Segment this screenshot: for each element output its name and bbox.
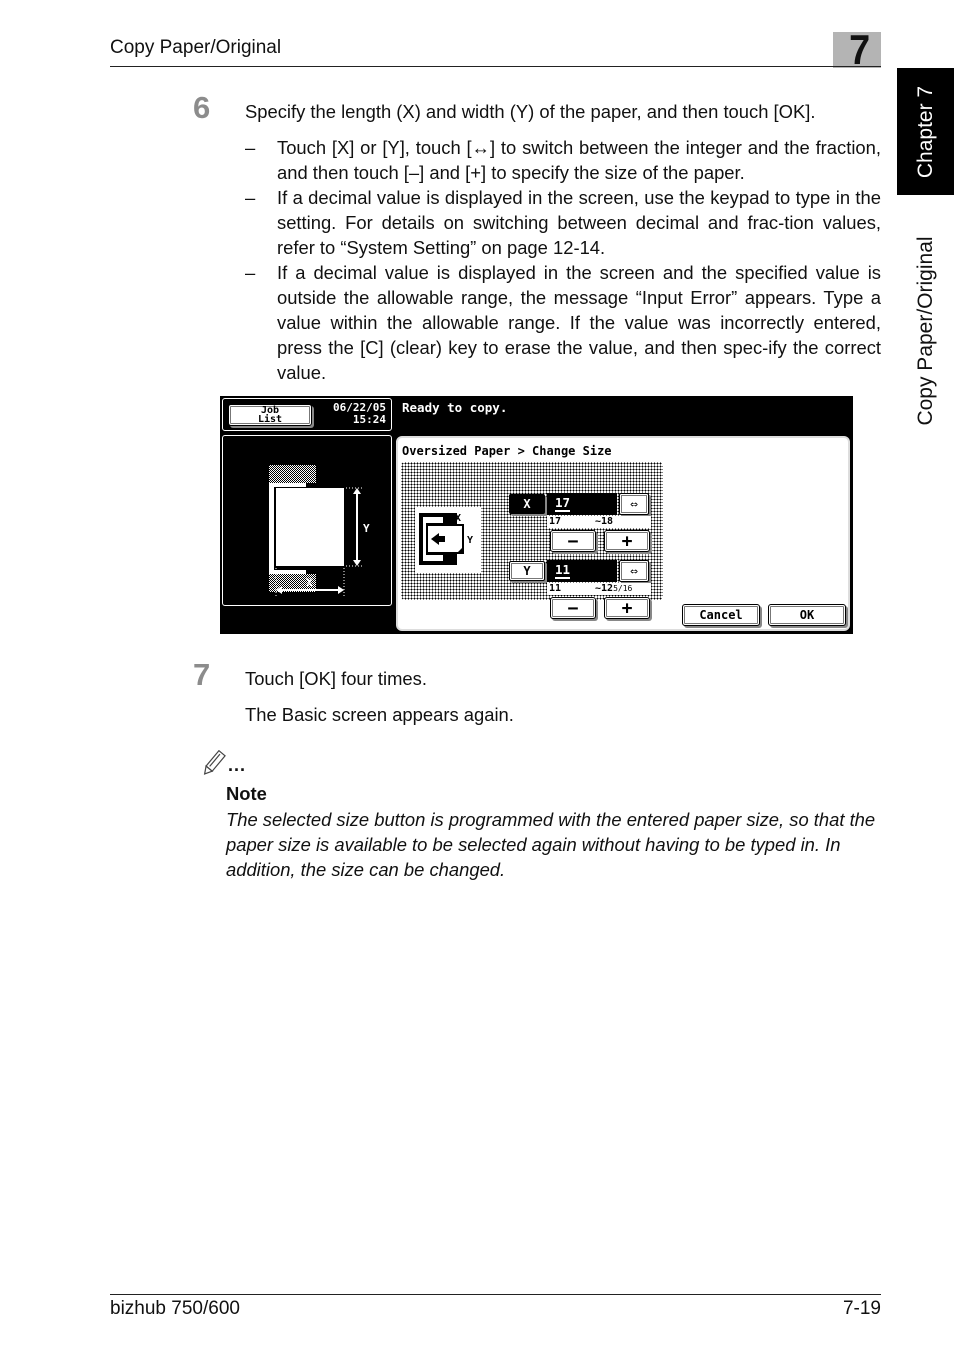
tray-hatch-top [269, 465, 316, 483]
x-select-button[interactable]: X [509, 494, 545, 514]
bullet-text: If a decimal value is displayed in the s… [277, 187, 881, 258]
footer-page-number: 7-19 [842, 1298, 881, 1319]
y-decrement-button[interactable]: − [550, 597, 596, 619]
y-value-field[interactable]: 11 [547, 560, 617, 582]
y-range-max-value: 12 [601, 583, 614, 594]
dialog-breadcrumb: Oversized Paper > Change Size [402, 444, 612, 458]
x-allowable-range: 17 ~18 [547, 516, 651, 528]
note-heading: Note [226, 783, 267, 804]
switch-arrows-icon: ⇔ [630, 496, 638, 512]
y-range-min: 11 [549, 583, 562, 594]
paper-feed-diagram: X Y [415, 507, 481, 573]
feed-y-label: Y [467, 535, 473, 546]
paper-feed-icon: X Y [419, 513, 473, 565]
switch-arrows-icon: ⇔ [630, 563, 638, 579]
side-tab-section: Copy Paper/Original [897, 218, 954, 443]
change-size-dialog: Oversized Paper > Change Size X Y X 17 ⇔… [396, 436, 850, 631]
x-increment-button[interactable]: + [604, 530, 650, 552]
side-tab-section-label: Copy Paper/Original [913, 235, 937, 426]
paper-size-illustration-panel: Y X [222, 435, 392, 606]
x-range-min: 17 [549, 516, 562, 527]
cancel-button[interactable]: Cancel [682, 604, 760, 626]
feed-x-label: X [455, 513, 461, 524]
x-value: 17 [555, 495, 571, 512]
y-value: 11 [555, 562, 571, 579]
running-header-title: Copy Paper/Original [110, 37, 282, 58]
bullet-text: If a decimal value is displayed in the s… [277, 262, 881, 383]
status-message: Ready to copy. [402, 400, 508, 415]
step-number: 7 [193, 657, 211, 692]
header-rule [110, 66, 881, 67]
side-tab-chapter-label: Chapter 7 [913, 85, 937, 178]
side-tab-chapter: Chapter 7 [897, 68, 954, 195]
note-body: The selected size button is programmed w… [226, 809, 876, 880]
device-screen: Job List 06/22/05 15:24 Y X Ready to cop… [220, 396, 853, 634]
y-range-max: ~125/16 [595, 583, 632, 595]
y-allowable-range: 11 ~125/16 [547, 583, 651, 595]
x-value-field[interactable]: 17 [547, 493, 617, 515]
x-range-max: ~18 [595, 516, 613, 528]
datetime-display: 06/22/05 15:24 [316, 402, 386, 426]
footer-product: bizhub 750/600 [110, 1298, 240, 1319]
x-fraction-toggle-button[interactable]: ⇔ [619, 493, 649, 515]
job-list-button[interactable]: Job List [228, 404, 312, 426]
time-text: 15:24 [352, 413, 386, 426]
paper-size-illustration: Y X [269, 465, 370, 598]
bullet-dash: – [245, 262, 256, 283]
y-increment-button[interactable]: + [604, 597, 650, 619]
x-range-max-value: 18 [601, 516, 614, 527]
x-decrement-button[interactable]: − [550, 530, 596, 552]
bullet-text: Touch [X] or [Y], touch [↔] to switch be… [277, 137, 881, 183]
step-instruction: Specify the length (X) and width (Y) of … [245, 101, 816, 122]
paper-sheet-body [276, 488, 344, 566]
y-range-max-fraction: 5/16 [613, 584, 633, 593]
bullet-dash: – [245, 137, 256, 158]
settings-area: X Y X 17 ⇔ 17 ~18 − + Y 11 ⇔ 11 ~125/16 … [401, 462, 663, 619]
step-number: 6 [193, 90, 211, 125]
note-ellipsis: ... [228, 755, 247, 775]
y-select-button[interactable]: Y [509, 561, 545, 581]
y-axis-label: Y [363, 522, 370, 535]
pencil-icon [198, 749, 228, 778]
step-result: The Basic screen appears again. [245, 704, 514, 725]
bullet-dash: – [245, 187, 256, 208]
x-axis-label: X [306, 576, 313, 589]
job-list-label-2: List [257, 414, 283, 425]
y-fraction-toggle-button[interactable]: ⇔ [619, 560, 649, 582]
step-instruction: Touch [OK] four times. [245, 668, 427, 689]
footer-rule [110, 1294, 881, 1295]
ok-button[interactable]: OK [768, 604, 846, 626]
